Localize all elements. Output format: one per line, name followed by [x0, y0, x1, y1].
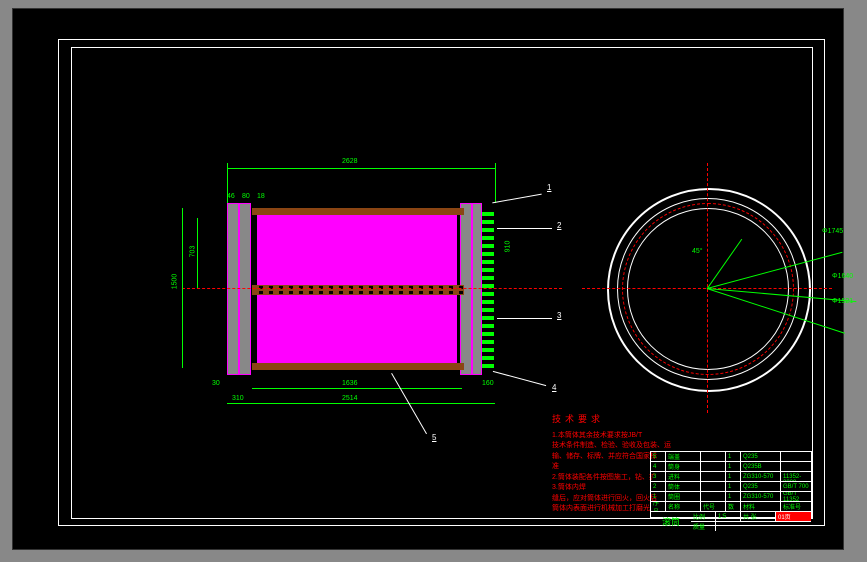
liner-bottom	[252, 363, 464, 370]
liner-center-lower	[252, 290, 464, 295]
dim-line-left-inner	[197, 218, 198, 288]
label-d1: Φ1745	[822, 228, 843, 235]
cylinder-body-upper	[257, 213, 457, 288]
dim-left-inner: 703	[189, 246, 196, 258]
leader-1: 1	[547, 183, 551, 192]
dim-bottom-1: 310	[232, 395, 244, 402]
dim-left-height: 1500	[171, 274, 178, 290]
leader-4: 4	[552, 383, 556, 392]
leader-3-line	[497, 318, 552, 319]
leader-1-line	[492, 194, 541, 204]
centerline-horizontal	[182, 288, 562, 289]
tech-title: 技术要求	[552, 413, 712, 427]
dim-flange-1: 46	[227, 193, 235, 200]
dim-bottom-2: 1636	[342, 380, 358, 387]
leader-3: 3	[557, 311, 561, 320]
flange-right-outer	[472, 203, 482, 375]
title-block: 5 端盖 1 Q235 4 筒身 1 Q235B 3 进料 1 ZG310-5	[650, 451, 812, 518]
dim-line-top	[227, 168, 495, 169]
dim-top-overall: 2628	[342, 158, 358, 165]
flange-left-outer	[227, 203, 239, 375]
leader-4-line	[493, 371, 546, 386]
tech-line-2: 技术条件制造、检验、验收及包装、运	[552, 441, 712, 452]
flange-left-inner	[239, 203, 251, 375]
dim-bottom-small-2: 160	[482, 380, 494, 387]
dim-top-small-2: 80	[242, 193, 250, 200]
sheet-inner-border: 2628 46 80 18 1500 703 910 1636 2514 310…	[71, 47, 813, 519]
sheet-value: 01页	[776, 512, 811, 521]
dim-top-small-1: 18	[257, 193, 265, 200]
cad-viewport: 2628 46 80 18 1500 703 910 1636 2514 310…	[12, 8, 844, 550]
dim-bottom-3: 2514	[342, 395, 358, 402]
dim-bottom-small-1: 30	[212, 380, 220, 387]
scale-value: 1:5	[716, 512, 741, 521]
mass-value	[716, 522, 811, 531]
tech-line-1: 1.本筒体其余技术要求按JB/T	[552, 431, 712, 442]
bom-row-2: 2 筒体 1 Q235 GB/T 700	[651, 482, 811, 492]
leader-2: 2	[557, 221, 561, 230]
bom-row-3: 3 进料 1 ZG310-570 GB/T 11352-2009	[651, 472, 811, 482]
cylinder-body-lower	[257, 293, 457, 363]
part-name: 滚筒	[651, 512, 691, 530]
dim-line-bot-1	[252, 388, 462, 389]
leader-5: 5	[432, 433, 436, 442]
scale-label: 比例	[691, 512, 716, 521]
leader-2-line	[497, 228, 552, 229]
label-d2: Φ1640	[832, 273, 853, 280]
dim-line-left	[182, 208, 183, 368]
dim-right-small: 910	[504, 241, 511, 253]
liner-top	[252, 208, 464, 215]
bom-row-5: 5 端盖 1 Q235	[651, 452, 811, 462]
dim-line-bot-2	[227, 403, 495, 404]
bom-header: 序号 名称 代号 数 材料 标准号	[651, 502, 811, 512]
label-d3: Φ1521	[832, 298, 853, 305]
sheet-label: 共 张	[741, 512, 776, 521]
bom-row-1: 1 筒圈 1 ZG310-570 GB/T 11352	[651, 492, 811, 502]
end-view: Φ1745 Φ1640 Φ1521 45°	[592, 173, 822, 403]
dim-ext-top-r	[495, 163, 496, 203]
label-angle: 45°	[692, 248, 703, 255]
mass-label: 质量	[691, 522, 716, 531]
side-elevation-view: 2628 46 80 18 1500 703 910 1636 2514 310…	[202, 188, 542, 388]
bom-row-4: 4 筒身 1 Q235B	[651, 462, 811, 472]
